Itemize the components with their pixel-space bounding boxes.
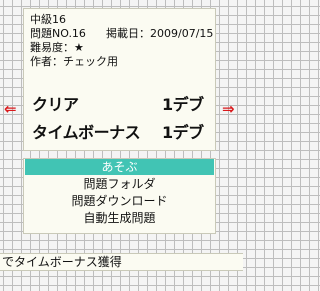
- menu-item-puzzle-folder[interactable]: 問題フォルダ: [25, 176, 214, 192]
- status-bar: でタイムボーナス獲得: [0, 253, 243, 271]
- menu-item-auto-generated[interactable]: 自動生成問題: [25, 210, 214, 226]
- clear-value: 1デブ: [162, 95, 204, 114]
- puzzle-info-panel: 中級16 問題NO.16 掲載日：2009/07/15 難易度：★ 作者：チェッ…: [23, 8, 216, 151]
- puzzle-author: 作者：チェック用: [30, 55, 118, 68]
- timebonus-value: 1デブ: [162, 123, 204, 142]
- arrow-left-icon[interactable]: ⇐: [4, 102, 17, 117]
- puzzle-number: 問題NO.16: [30, 27, 86, 40]
- menu-item-puzzle-download[interactable]: 問題ダウンロード: [25, 193, 214, 209]
- timebonus-label: タイムボーナス: [32, 123, 141, 142]
- puzzle-level: 中級16: [30, 13, 66, 26]
- main-menu: あそぶ 問題フォルダ 問題ダウンロード 自動生成問題: [23, 158, 216, 234]
- menu-item-play[interactable]: あそぶ: [25, 159, 214, 175]
- arrow-right-icon[interactable]: ⇒: [222, 102, 235, 117]
- clear-label: クリア: [32, 95, 79, 114]
- puzzle-difficulty: 難易度：★: [30, 41, 84, 54]
- puzzle-posted-date: 掲載日：2009/07/15: [106, 27, 214, 40]
